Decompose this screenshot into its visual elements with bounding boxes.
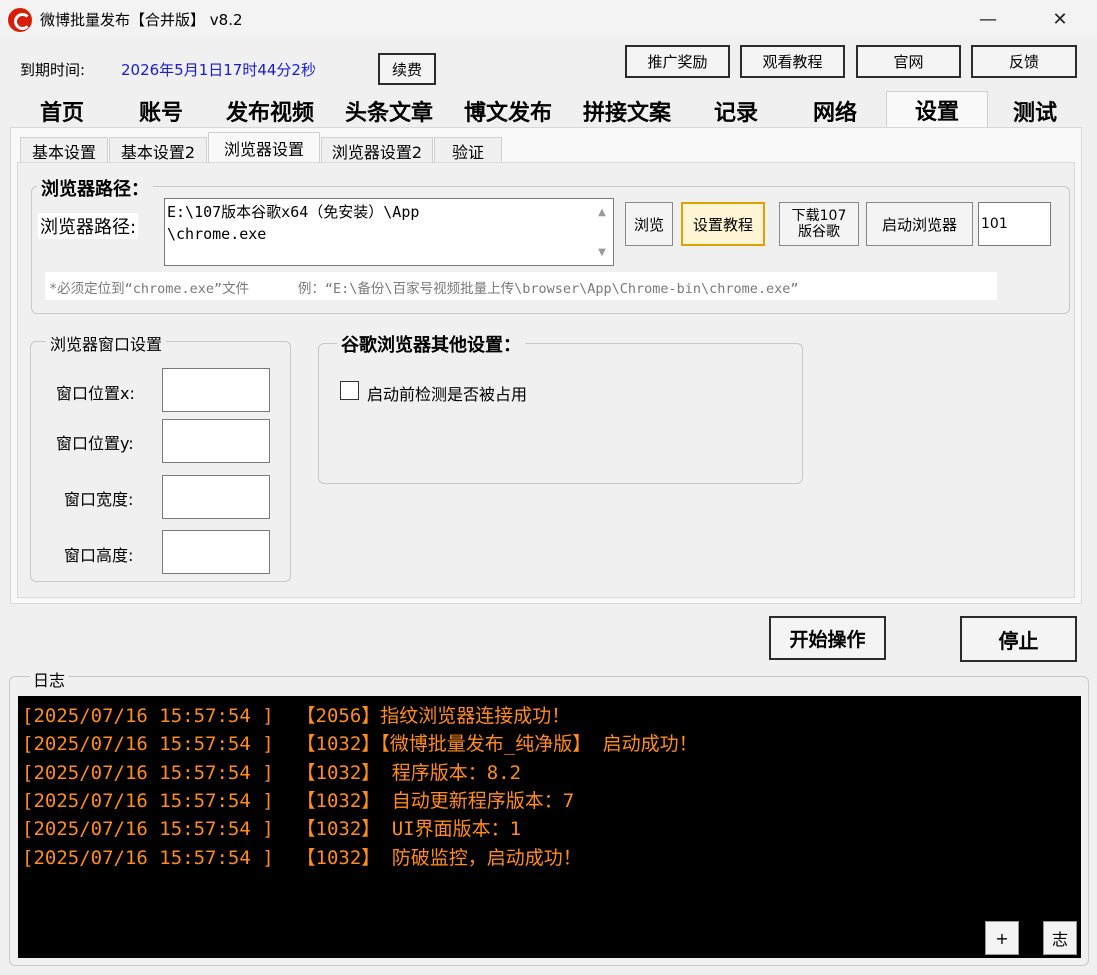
check-occupied-label: 启动前检测是否被占用: [367, 385, 528, 404]
log-output[interactable]: [2025/07/16 15:57:54 ] 【2056】指纹浏览器连接成功！ …: [18, 696, 1081, 958]
browser-path-group-title: 浏览器路径：: [37, 175, 153, 201]
window-title: 微博批量发布【合并版】 v8.2: [40, 11, 243, 29]
start-button[interactable]: 开始操作: [769, 616, 886, 660]
download-chrome-line2: 版谷歌: [798, 224, 840, 240]
log-line: [2025/07/16 15:57:54 ] 【1032】 自动更新程序版本：7: [22, 790, 575, 812]
tab-settings[interactable]: 设置: [886, 91, 988, 128]
log-journal-button[interactable]: 志: [1043, 921, 1077, 955]
pos-x-field[interactable]: [162, 368, 270, 412]
subtab-basic-settings-2[interactable]: 基本设置2: [109, 137, 207, 163]
subtab-browser-settings[interactable]: 浏览器设置: [208, 132, 320, 163]
log-line: [2025/07/16 15:57:54 ] 【1032】 程序版本：8.2: [22, 762, 522, 784]
tab-test[interactable]: 测试: [990, 94, 1080, 127]
setup-tutorial-button[interactable]: 设置教程: [681, 202, 765, 246]
app-logo-icon: [8, 8, 32, 32]
width-field[interactable]: [162, 475, 270, 519]
pos-y-label: 窗口位置y:: [56, 434, 134, 453]
scroll-up-icon[interactable]: ▲: [595, 205, 609, 219]
log-title: 日志: [30, 667, 69, 691]
tab-account[interactable]: 账号: [113, 94, 209, 127]
launch-browser-button[interactable]: 启动浏览器: [866, 202, 973, 246]
log-line: [2025/07/16 15:57:54 ] 【1032】 UI界面版本：1: [22, 818, 522, 840]
renew-button[interactable]: 续费: [378, 53, 436, 85]
width-label: 窗口宽度:: [64, 490, 134, 509]
title-bar: 微博批量发布【合并版】 v8.2 — ☐ ✕: [0, 0, 1097, 38]
scroll-down-icon[interactable]: ▼: [595, 245, 609, 259]
pos-y-field[interactable]: [162, 419, 270, 463]
tab-home[interactable]: 首页: [14, 94, 110, 127]
window-settings-title: 浏览器窗口设置: [46, 331, 167, 355]
expire-value: 2026年5月1日17时44分2秒: [121, 61, 316, 79]
download-chrome-button[interactable]: 下载107 版谷歌: [779, 202, 859, 246]
check-occupied-checkbox[interactable]: [340, 381, 359, 400]
height-field[interactable]: [162, 530, 270, 574]
browser-path-value: E:\107版本谷歌x64（免安装）\App \chrome.exe: [167, 203, 420, 243]
feedback-button[interactable]: 反馈: [971, 45, 1077, 78]
watch-tutorial-button[interactable]: 观看教程: [740, 45, 845, 78]
height-label: 窗口高度:: [64, 546, 134, 565]
expire-label: 到期时间:: [20, 61, 86, 79]
subtab-browser-settings-2[interactable]: 浏览器设置2: [321, 137, 433, 163]
official-site-button[interactable]: 官网: [856, 45, 961, 78]
tab-blog-publish[interactable]: 博文发布: [450, 94, 566, 127]
browse-button[interactable]: 浏览: [625, 202, 673, 246]
tab-splice-copy[interactable]: 拼接文案: [569, 94, 685, 127]
tab-records[interactable]: 记录: [688, 94, 784, 127]
log-line: [2025/07/16 15:57:54 ] 【1032】【微博批量发布_纯净版…: [22, 733, 698, 755]
tab-publish-video[interactable]: 发布视频: [212, 94, 328, 127]
browser-path-label: 浏览器路径:: [38, 213, 139, 239]
close-button[interactable]: ✕: [1037, 0, 1083, 38]
port-field[interactable]: 101: [978, 202, 1051, 246]
download-chrome-line1: 下载107: [791, 208, 847, 224]
path-hint-text: *必须定位到“chrome.exe”文件 例：“E:\备份\百家号视频批量上传\…: [45, 272, 997, 300]
promo-reward-button[interactable]: 推广奖励: [625, 45, 730, 78]
tab-network[interactable]: 网络: [787, 94, 883, 127]
browser-path-field[interactable]: E:\107版本谷歌x64（免安装）\App \chrome.exe ▲ ▼: [164, 198, 614, 266]
log-line: [2025/07/16 15:57:54 ] 【1032】 防破监控，启动成功！: [22, 847, 582, 869]
stop-button[interactable]: 停止: [960, 616, 1077, 662]
log-plus-button[interactable]: +: [985, 921, 1019, 955]
subtab-verify[interactable]: 验证: [434, 137, 502, 163]
log-line: [2025/07/16 15:57:54 ] 【2056】指纹浏览器连接成功！: [22, 705, 571, 727]
subtab-basic-settings[interactable]: 基本设置: [20, 137, 108, 163]
maximize-button[interactable]: ☐: [966, 0, 1012, 38]
pos-x-label: 窗口位置x:: [56, 384, 135, 403]
tab-toutiao-article[interactable]: 头条文章: [331, 94, 447, 127]
chrome-other-settings-group: [318, 343, 803, 484]
chrome-other-settings-title: 谷歌浏览器其他设置：: [337, 331, 525, 357]
